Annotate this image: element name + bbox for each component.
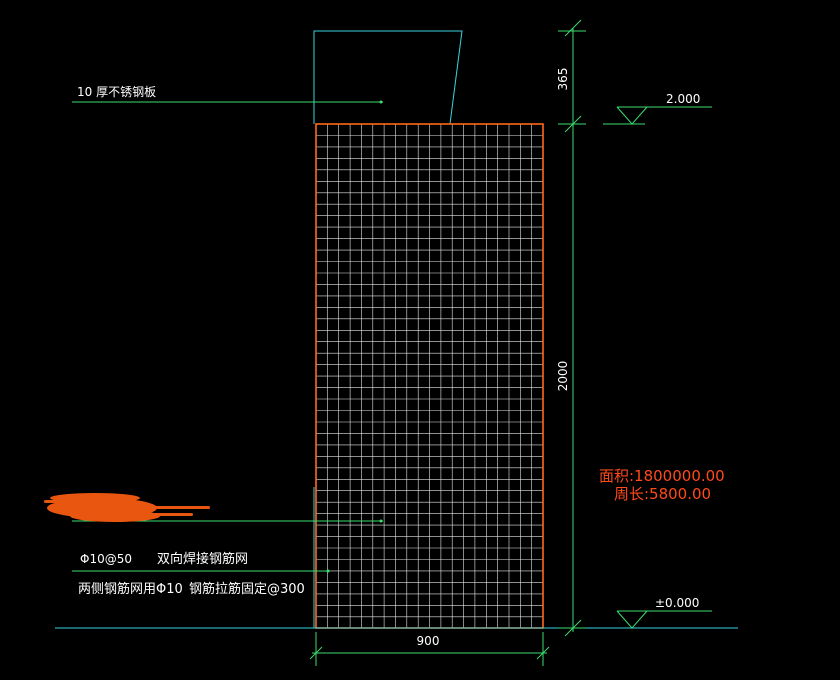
dim-wall-height: 2000 [556, 361, 570, 392]
elevation-top-label: 2.000 [666, 92, 700, 106]
mesh-desc-label: 双向焊接钢筋网 [157, 551, 248, 567]
tie-label-a: 两侧钢筋网用Φ10 [78, 581, 183, 597]
tie-label-b: 钢筋拉筋固定@300 [189, 581, 305, 597]
plate-label: 10 厚不锈钢板 [77, 85, 156, 99]
cad-drawing-canvas: 365 2000 900 2.000 ±0.000 面积:1800000.00 … [0, 0, 840, 680]
area-property: 面积:1800000.00 [599, 467, 725, 485]
perimeter-property: 周长:5800.00 [614, 485, 711, 503]
dim-top-height: 365 [556, 68, 570, 91]
mesh-spec-label: Φ10@50 [80, 552, 132, 566]
rebar-mesh-grid [316, 124, 543, 628]
dim-width: 900 [417, 634, 440, 648]
elevation-ground-label: ±0.000 [655, 596, 699, 610]
